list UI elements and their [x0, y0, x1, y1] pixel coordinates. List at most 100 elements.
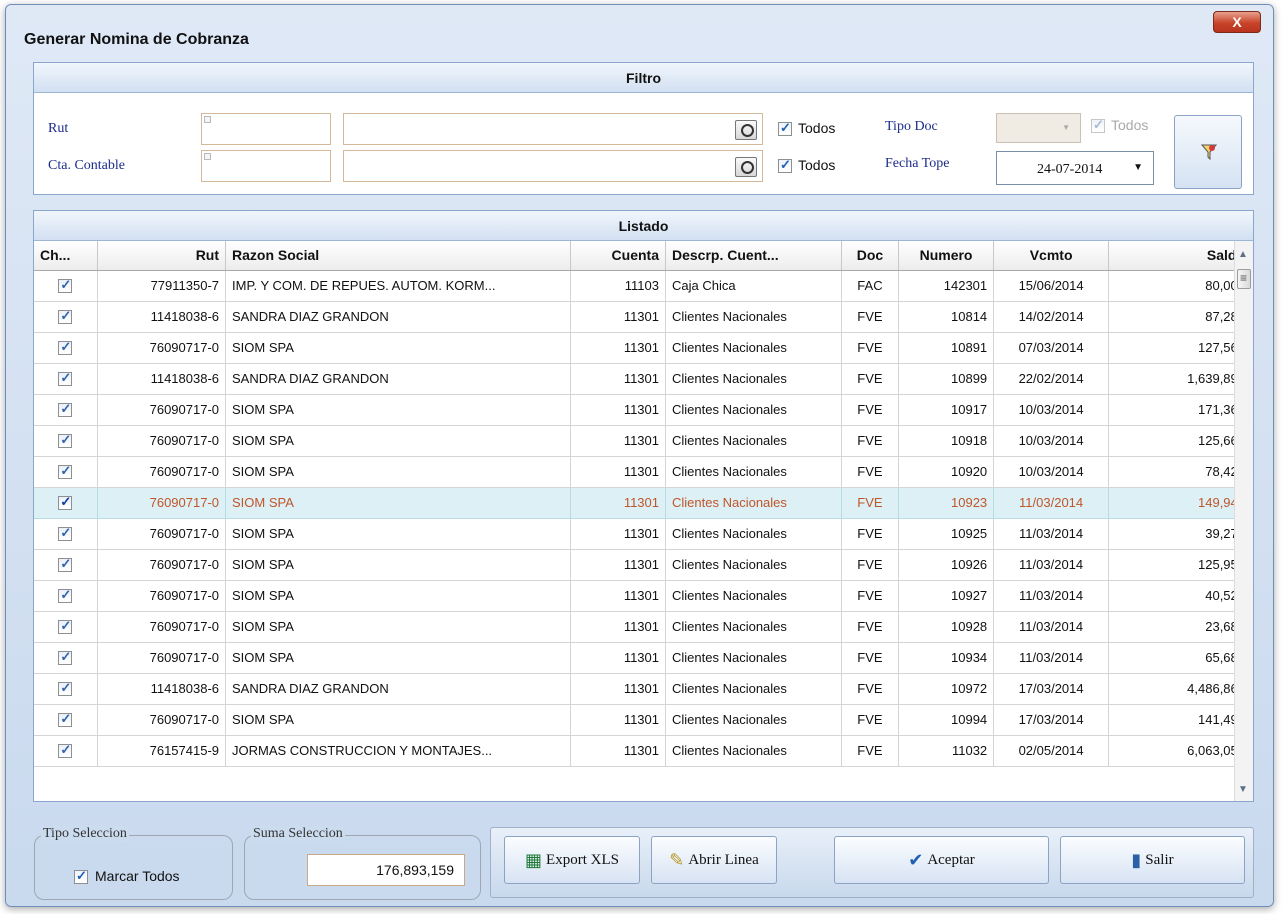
row-checkbox[interactable] [58, 556, 73, 573]
cell-check[interactable] [34, 394, 98, 426]
row-checkbox[interactable] [58, 618, 73, 635]
filter-panel: Filtro Rut Cta. Contable Todos Todos Tip… [33, 62, 1254, 195]
row-checkbox[interactable] [58, 494, 73, 511]
cell-check[interactable] [34, 301, 98, 333]
cell-check[interactable] [34, 518, 98, 550]
row-checkbox[interactable] [58, 432, 73, 449]
cell-numero: 10920 [898, 456, 995, 488]
table-row[interactable]: 76090717-0SIOM SPA11301Clientes Nacional… [34, 332, 1252, 364]
cell-check[interactable] [34, 487, 98, 519]
export-xls-button[interactable]: ▦ Export XLS [504, 836, 640, 884]
table-row[interactable]: 76090717-0SIOM SPA11301Clientes Nacional… [34, 518, 1252, 550]
table-row[interactable]: 77911350-7IMP. Y COM. DE REPUES. AUTOM. … [34, 270, 1252, 302]
row-checkbox[interactable] [58, 308, 73, 325]
table-row[interactable]: 76157415-9JORMAS CONSTRUCCION Y MONTAJES… [34, 735, 1252, 767]
row-checkbox[interactable] [58, 742, 73, 759]
cell-check[interactable] [34, 580, 98, 612]
close-button[interactable]: X [1213, 11, 1261, 33]
scroll-down-icon[interactable]: ▼ [1238, 784, 1248, 795]
row-checkbox[interactable] [58, 277, 73, 294]
cell-doc: FVE [841, 487, 899, 519]
table-row[interactable]: 76090717-0SIOM SPA11301Clientes Nacional… [34, 394, 1252, 426]
col-header-rut[interactable]: Rut [97, 241, 227, 271]
fecha-tope-date-picker[interactable]: 24-07-2014 ▼ [996, 151, 1154, 185]
col-header-saldo[interactable]: Saldo [1108, 241, 1252, 271]
cell-check[interactable] [34, 549, 98, 581]
search-icon[interactable] [735, 157, 757, 177]
cell-check[interactable] [34, 270, 98, 302]
cell-rut: 76090717-0 [97, 611, 227, 643]
cell-check[interactable] [34, 363, 98, 395]
cell-check[interactable] [34, 456, 98, 488]
cell-rut: 76090717-0 [97, 642, 227, 674]
rut-name-input[interactable] [343, 113, 763, 145]
tipo-seleccion-title: Tipo Seleccion [41, 826, 129, 842]
scroll-thumb[interactable] [1237, 269, 1251, 289]
chevron-down-icon[interactable]: ▼ [1133, 162, 1143, 173]
apply-filter-button[interactable] [1174, 115, 1242, 189]
suma-seleccion-group: Suma Seleccion 176,893,159 [244, 826, 481, 900]
cell-saldo: 125,950 [1108, 549, 1252, 581]
cell-rut: 76090717-0 [97, 425, 227, 457]
table-row[interactable]: 76090717-0SIOM SPA11301Clientes Nacional… [34, 456, 1252, 488]
cell-descrp-cuenta: Clientes Nacionales [665, 456, 842, 488]
cell-check[interactable] [34, 642, 98, 674]
col-header-doc[interactable]: Doc [841, 241, 899, 271]
cell-rut: 76090717-0 [97, 456, 227, 488]
row-checkbox[interactable] [58, 463, 73, 480]
cell-descrp-cuenta: Clientes Nacionales [665, 735, 842, 767]
cta-name-input[interactable] [343, 150, 763, 182]
table-row[interactable]: 76090717-0SIOM SPA11301Clientes Nacional… [34, 704, 1252, 736]
table-row[interactable]: 76090717-0SIOM SPA11301Clientes Nacional… [34, 549, 1252, 581]
rut-code-input[interactable] [201, 113, 331, 145]
cell-cuenta: 11301 [570, 363, 667, 395]
col-header-cuenta[interactable]: Cuenta [570, 241, 667, 271]
row-checkbox[interactable] [58, 587, 73, 604]
row-checkbox[interactable] [58, 339, 73, 356]
row-checkbox[interactable] [58, 401, 73, 418]
col-header-check[interactable]: Ch... [34, 241, 98, 271]
col-header-vcmto[interactable]: Vcmto [993, 241, 1110, 271]
scroll-up-icon[interactable]: ▲ [1238, 249, 1248, 260]
cell-doc: FVE [841, 580, 899, 612]
tipo-doc-select[interactable] [996, 113, 1081, 143]
cell-check[interactable] [34, 735, 98, 767]
cell-check[interactable] [34, 704, 98, 736]
cell-vcmto: 22/02/2014 [993, 363, 1110, 395]
table-row[interactable]: 11418038-6SANDRA DIAZ GRANDON11301Client… [34, 301, 1252, 333]
table-row[interactable]: 76090717-0SIOM SPA11301Clientes Nacional… [34, 611, 1252, 643]
cell-check[interactable] [34, 611, 98, 643]
tipo-doc-todos-checkbox[interactable] [1091, 117, 1105, 133]
salir-button[interactable]: ▮ Salir [1060, 836, 1245, 884]
table-row[interactable]: 76090717-0SIOM SPA11301Clientes Nacional… [34, 487, 1252, 519]
cell-descrp-cuenta: Clientes Nacionales [665, 611, 842, 643]
row-checkbox[interactable] [58, 525, 73, 542]
table-row[interactable]: 11418038-6SANDRA DIAZ GRANDON11301Client… [34, 673, 1252, 705]
table-row[interactable]: 76090717-0SIOM SPA11301Clientes Nacional… [34, 425, 1252, 457]
cell-vcmto: 10/03/2014 [993, 425, 1110, 457]
col-header-numero[interactable]: Numero [898, 241, 995, 271]
row-checkbox[interactable] [58, 680, 73, 697]
marcar-todos-checkbox[interactable] [74, 868, 88, 884]
cell-check[interactable] [34, 673, 98, 705]
table-row[interactable]: 76090717-0SIOM SPA11301Clientes Nacional… [34, 642, 1252, 674]
col-header-razon-social[interactable]: Razon Social [225, 241, 571, 271]
cell-check[interactable] [34, 425, 98, 457]
col-header-descrp-cuenta[interactable]: Descrp. Cuent... [665, 241, 842, 271]
cell-check[interactable] [34, 332, 98, 364]
row-checkbox[interactable] [58, 370, 73, 387]
rut-todos-checkbox[interactable] [778, 120, 792, 136]
abrir-linea-button[interactable]: ✎ Abrir Linea [651, 836, 777, 884]
row-checkbox[interactable] [58, 649, 73, 666]
cta-todos-checkbox[interactable] [778, 157, 792, 173]
search-icon[interactable] [735, 120, 757, 140]
cell-rut: 77911350-7 [97, 270, 227, 302]
aceptar-button[interactable]: ✔ Aceptar [834, 836, 1049, 884]
row-checkbox[interactable] [58, 711, 73, 728]
cell-razon-social: IMP. Y COM. DE REPUES. AUTOM. KORM... [225, 270, 571, 302]
table-row[interactable]: 76090717-0SIOM SPA11301Clientes Nacional… [34, 580, 1252, 612]
table-vertical-scrollbar[interactable]: ▲ ▼ [1234, 241, 1253, 801]
table-row[interactable]: 11418038-6SANDRA DIAZ GRANDON11301Client… [34, 363, 1252, 395]
cell-rut: 76090717-0 [97, 487, 227, 519]
cta-code-input[interactable] [201, 150, 331, 182]
